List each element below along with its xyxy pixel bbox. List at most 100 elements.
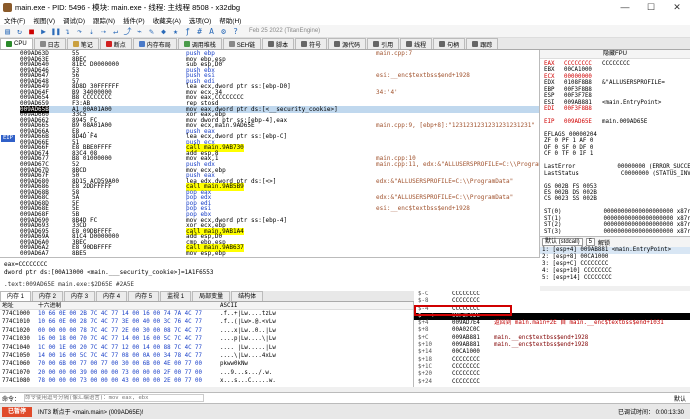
- trace-over-icon[interactable]: ⇢: [99, 27, 108, 36]
- registers-panel[interactable]: 隐藏FPU EAX CCCCCCCC CCCCCCCC EBX 00CA1000 ECX 0…: [540, 50, 690, 236]
- tab-5[interactable]: 调用堆栈: [177, 38, 222, 49]
- tab-1[interactable]: 日志: [33, 38, 66, 49]
- stack-row[interactable]: $+4 009AD7E4 返回到 main.main+2E 自 main.__enc…: [414, 320, 690, 327]
- stack-value: CCCCCCCC: [452, 378, 480, 385]
- stack-offset: $+8: [418, 327, 429, 334]
- close-button[interactable]: ✕: [664, 2, 690, 13]
- param-row[interactable]: 2: [esp+8] 00CA1000: [540, 254, 690, 261]
- menu-debug[interactable]: 调试(D): [59, 15, 89, 25]
- register-comment: 00000000000000000000 x87r2: [603, 222, 690, 229]
- step-into-icon[interactable]: ↴: [63, 27, 72, 36]
- param-count-select[interactable]: 5: [585, 238, 596, 246]
- param-row[interactable]: 5: [esp+14] CCCCCCCC: [540, 275, 690, 282]
- menu-help[interactable]: 帮助(H): [215, 15, 245, 25]
- param-row[interactable]: 4: [esp+10] CCCCCCCC: [540, 268, 690, 275]
- tab-7[interactable]: 脚本: [262, 38, 295, 49]
- default-script-select[interactable]: 默认: [674, 394, 690, 403]
- run-to-user-code-icon[interactable]: ⤴: [123, 27, 132, 36]
- dump-row[interactable]: 774C1040 1C 00 1E 00 20 7C 4C 77 12 00 14…: [0, 344, 413, 352]
- status-message: INT3 断点于 <main.main> (009AD65E)!: [38, 410, 144, 416]
- dump-row[interactable]: 774C1030 16 00 18 00 70 7C 4C 77 14 00 16…: [0, 335, 413, 343]
- maximize-button[interactable]: ☐: [638, 2, 664, 13]
- dump-row[interactable]: 774C1010 10 66 0E 00 28 7C 4C 77 3E 00 40…: [0, 318, 413, 326]
- tab-8[interactable]: 符号: [295, 38, 328, 49]
- hide-fpu-button[interactable]: 隐藏FPU: [540, 50, 690, 59]
- menu-view[interactable]: 视图(V): [29, 15, 59, 25]
- dump-tab-4[interactable]: 内存 5: [128, 291, 160, 301]
- call-params-panel[interactable]: 默认 (stdcall) 5 解锁 1: [esp+4] 009AB881 <m…: [540, 236, 690, 286]
- dump-row[interactable]: 774C1020 00 00 00 00 78 7C 4C 77 2E 00 30…: [0, 327, 413, 335]
- tab-13[interactable]: 跟踪: [466, 38, 499, 49]
- dump-address: 774C1040: [2, 344, 30, 351]
- close-debug-icon[interactable]: ■: [27, 27, 36, 36]
- menu-plugins[interactable]: 插件(P): [119, 15, 149, 25]
- run-icon[interactable]: ▶: [39, 27, 48, 36]
- param-row[interactable]: 3: [esp+C] CCCCCCCC: [540, 261, 690, 268]
- address-icon[interactable]: A: [207, 27, 216, 36]
- restart-icon[interactable]: ↻: [15, 27, 24, 36]
- disasm-instruction: mov esp,ebp: [186, 249, 226, 257]
- dump-row[interactable]: 774C1060 70 00 6B 00 77 00 77 00 30 00 6B…: [0, 360, 413, 368]
- dump-tab-2[interactable]: 内存 3: [64, 291, 96, 301]
- help-icon[interactable]: ?: [231, 27, 240, 36]
- dump-tab-bar: 内存 1 内存 2 内存 3 内存 4 内存 5 监视 1 局部变量 结构体: [0, 291, 414, 302]
- label-icon[interactable]: ◆: [159, 27, 168, 36]
- dump-row[interactable]: 774C1080 78 00 00 00 73 00 00 00 43 00 00…: [0, 377, 413, 385]
- dump-tab-6[interactable]: 局部变量: [192, 291, 231, 301]
- info-panel: eax=CCCCCCCC dword ptr ds:[00A13000 <mai…: [0, 257, 540, 291]
- tab-11[interactable]: 线程: [400, 38, 433, 49]
- stack-row[interactable]: $+8 00A02C0C: [414, 327, 690, 334]
- stack-row[interactable]: $+10 009AB881 main.__enc$textbss$end+1928: [414, 342, 690, 349]
- tab-3[interactable]: 断点: [99, 38, 132, 49]
- pause-icon[interactable]: ❚❚: [51, 27, 61, 36]
- memory-dump[interactable]: 地址 十六进制 ASCII 774C1000 10 66 0E 00 2B 7C …: [0, 302, 414, 387]
- settings-icon[interactable]: ⚙: [219, 27, 228, 36]
- trace-into-icon[interactable]: ⇣: [87, 27, 96, 36]
- bookmark-icon[interactable]: ★: [171, 27, 180, 36]
- dump-address: 774C1070: [2, 369, 30, 376]
- dump-tab-3[interactable]: 内存 4: [96, 291, 128, 301]
- stack-row[interactable]: $+C 009AB881 main.__enc$textbss$end+1928: [414, 335, 690, 342]
- menu-favourites[interactable]: 收藏夹(A): [149, 15, 185, 25]
- stack-row[interactable]: $+20 CCCCCCCC: [414, 371, 690, 378]
- tab-2[interactable]: 笔记: [66, 38, 99, 49]
- dump-tab-1[interactable]: 内存 2: [32, 291, 64, 301]
- stack-row[interactable]: $+24 CCCCCCCC: [414, 379, 690, 386]
- tab-9[interactable]: 源代码: [328, 38, 367, 49]
- scylla-icon[interactable]: ⌁: [135, 27, 144, 36]
- function-icon[interactable]: ƒ: [183, 27, 192, 36]
- dump-row[interactable]: 774C1050 14 00 16 00 5C 7C 4C 77 08 00 0A…: [0, 352, 413, 360]
- tab-10[interactable]: 引用: [367, 38, 400, 49]
- dump-ascii: .... |Lw.....|Lw: [220, 344, 276, 351]
- execute-till-return-icon[interactable]: ↵: [111, 27, 120, 36]
- menu-trace[interactable]: 跟踪(N): [89, 15, 119, 25]
- disassembly-view[interactable]: EIP 009AD63D 55 push ebp main.cpp:7 009AD63E…: [0, 50, 540, 257]
- disasm-row[interactable]: 009AD6A7 8BE5 mov esp,ebp: [20, 249, 539, 257]
- menu-options[interactable]: 选项(O): [185, 15, 215, 25]
- stack-row[interactable]: $+1C CCCCCCCC: [414, 364, 690, 371]
- stack-row[interactable]: $+14 00CA1000: [414, 349, 690, 356]
- step-over-icon[interactable]: ↷: [75, 27, 84, 36]
- dump-row[interactable]: 774C1070 20 00 00 00 39 00 00 00 73 00 00…: [0, 369, 413, 377]
- tab-4[interactable]: 内存布局: [132, 38, 177, 49]
- dump-tab-7[interactable]: 结构体: [231, 291, 264, 301]
- calling-convention-select[interactable]: 默认 (stdcall): [542, 238, 583, 246]
- comment-icon[interactable]: ✎: [147, 27, 156, 36]
- dump-row[interactable]: 774C1000 10 66 0E 00 2B 7C 4C 77 14 00 16…: [0, 310, 413, 318]
- tab-6[interactable]: SEH链: [222, 38, 262, 49]
- tab-0[interactable]: CPU: [0, 38, 33, 49]
- stack-row[interactable]: $+18 CCCCCCCC: [414, 357, 690, 364]
- tab-12[interactable]: 句柄: [433, 38, 466, 49]
- menu-file[interactable]: 文件(F): [0, 15, 29, 25]
- hash-icon[interactable]: #: [195, 27, 204, 36]
- dump-tab-5[interactable]: 监视 1: [160, 291, 192, 301]
- command-input[interactable]: [24, 394, 205, 402]
- dump-ascii: .f..+|Lw....tzLw: [220, 311, 276, 317]
- param-row[interactable]: 1: [esp+4] 009AB881 <main.EntryPoint>: [540, 247, 690, 254]
- stack-row[interactable]: $-C CCCCCCCC: [414, 291, 690, 298]
- register-row[interactable]: ST(3) 00000000000000000000 x87r3: [544, 229, 690, 236]
- dump-tab-0[interactable]: 内存 1: [0, 291, 32, 301]
- unlock-checkbox[interactable]: 解锁: [598, 238, 610, 247]
- minimize-button[interactable]: —: [612, 2, 638, 12]
- open-icon[interactable]: ▤: [3, 27, 12, 36]
